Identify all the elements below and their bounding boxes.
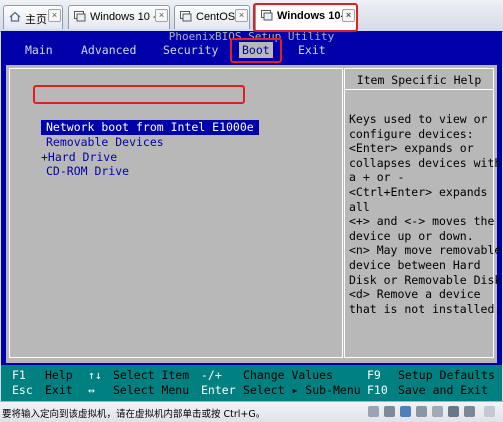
boot-item-removable[interactable]: Removable Devices xyxy=(46,135,164,150)
key-arrows-ud: ↑↓ xyxy=(88,368,102,382)
boot-order-panel xyxy=(9,68,343,358)
annotation-box-boot-menu xyxy=(230,38,282,63)
status-bar: 要将输入定向到该虚拟机，请在虚拟机内部单击或按 Ctrl+G。 xyxy=(0,401,503,422)
tab-bar: 主页 × Windows 10 -1 × CentOS 2 × Windows … xyxy=(0,0,503,32)
key-esc: Esc xyxy=(12,383,33,397)
menu-advanced[interactable]: Advanced xyxy=(81,42,136,58)
help-title: Item Specific Help xyxy=(345,70,493,90)
key-desc: Setup Defaults xyxy=(398,368,495,382)
printer-icon[interactable] xyxy=(448,406,459,417)
boot-item-hard-drive[interactable]: +Hard Drive xyxy=(41,150,117,165)
status-text: 要将输入定向到该虚拟机，请在虚拟机内部单击或按 Ctrl+G。 xyxy=(2,409,266,420)
tab-home[interactable]: 主页 × xyxy=(3,5,63,29)
key-help-bar: F1 Help ↑↓ Select Item -/+ Change Values… xyxy=(1,365,502,401)
menu-exit[interactable]: Exit xyxy=(298,42,326,58)
vm-icon xyxy=(74,11,86,22)
close-icon[interactable]: × xyxy=(235,9,248,22)
key-minus-plus: -/+ xyxy=(201,368,222,382)
home-icon xyxy=(9,11,21,22)
tab-windows-10-1[interactable]: Windows 10 -1 × xyxy=(68,5,170,29)
close-icon[interactable]: × xyxy=(48,9,61,22)
key-desc: Select Item xyxy=(113,368,190,382)
close-icon[interactable]: × xyxy=(155,9,168,22)
cd-drive-icon[interactable] xyxy=(384,406,395,417)
key-f9: F9 xyxy=(367,368,381,382)
tab-centos-2[interactable]: CentOS 2 × xyxy=(174,5,250,29)
sound-card-icon[interactable] xyxy=(432,406,443,417)
annotation-box-network-boot xyxy=(33,85,245,104)
usb-icon[interactable] xyxy=(416,406,427,417)
tab-label: Windows 10 -1 xyxy=(90,11,163,23)
key-f1: F1 xyxy=(12,368,26,382)
menu-main[interactable]: Main xyxy=(25,42,53,58)
key-desc: Select ▸ Sub-Menu xyxy=(243,383,361,397)
key-desc: Help xyxy=(45,368,73,382)
help-text: Keys used to view or configure devices: … xyxy=(349,112,502,316)
key-f10: F10 xyxy=(367,383,388,397)
boot-item-cdrom[interactable]: CD-ROM Drive xyxy=(46,164,129,179)
vm-icon xyxy=(180,11,192,22)
display-icon[interactable] xyxy=(464,406,475,417)
boot-item-network[interactable]: Network boot from Intel E1000e xyxy=(41,120,259,135)
key-enter: Enter xyxy=(201,383,236,397)
key-desc: Exit xyxy=(45,383,73,397)
hard-disk-icon[interactable] xyxy=(368,406,379,417)
network-adapter-icon[interactable] xyxy=(400,406,411,417)
key-desc: Save and Exit xyxy=(398,383,489,397)
annotation-box-tab xyxy=(253,3,358,32)
menu-security[interactable]: Security xyxy=(163,42,218,58)
resize-grip-icon[interactable] xyxy=(484,406,495,417)
key-desc: Select Menu xyxy=(113,383,190,397)
key-desc: Change Values xyxy=(243,368,334,382)
key-arrows-lr: ↔ xyxy=(88,383,95,397)
tab-label: 主页 xyxy=(25,14,47,26)
bios-content-area: Item Specific Help Keys used to view or … xyxy=(6,65,502,363)
